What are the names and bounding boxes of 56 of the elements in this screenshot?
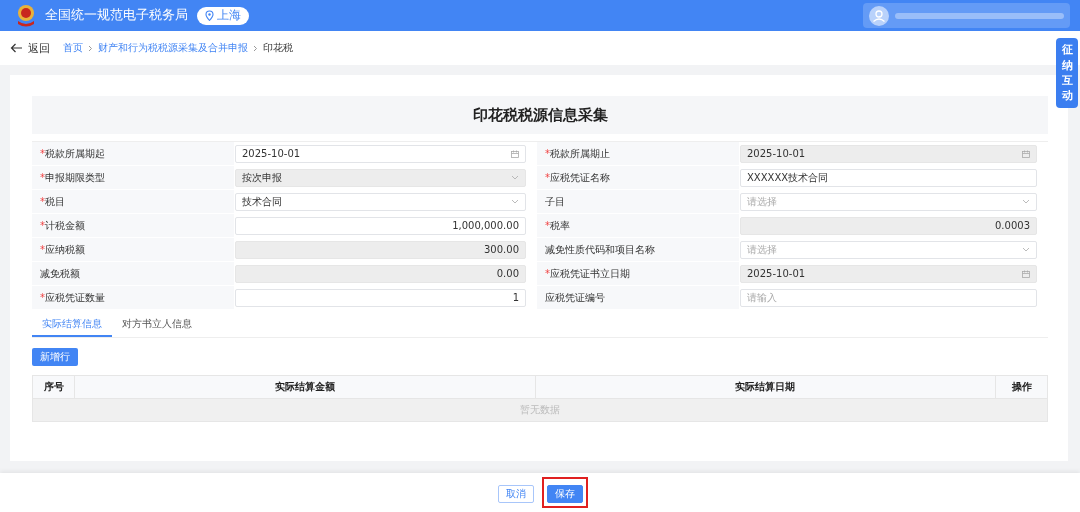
dropdown-caret-icon xyxy=(511,199,519,204)
cancel-button[interactable]: 取消 xyxy=(497,485,534,503)
dropdown-caret-icon xyxy=(1022,199,1030,204)
location-pin-icon xyxy=(205,10,214,21)
required-mark: * xyxy=(40,172,45,183)
chevron-icon xyxy=(88,44,93,52)
field-label: 减免性质代码和项目名称 xyxy=(545,242,655,257)
breadcrumb-link[interactable]: 首页 xyxy=(63,41,83,55)
required-mark: * xyxy=(545,172,550,183)
date-field[interactable]: 2025-10-01 xyxy=(235,144,526,163)
column-header: 操作 xyxy=(1010,380,1033,394)
field-label: 申报期限类型 xyxy=(45,170,105,185)
required-mark: * xyxy=(40,196,45,207)
required-mark: * xyxy=(545,220,550,231)
breadcrumb-link[interactable]: 财产和行为税税源采集及合并申报 xyxy=(98,41,248,55)
field-label: 应税凭证书立日期 xyxy=(550,266,630,281)
tab[interactable]: 实际结算信息 xyxy=(32,313,112,337)
field-label: 减免税额 xyxy=(40,266,80,281)
field-label: 计税金额 xyxy=(45,218,85,233)
required-mark: * xyxy=(40,244,45,255)
side-tab[interactable]: 征纳互动 xyxy=(1056,38,1078,108)
add-row-button[interactable]: 新增行 xyxy=(32,348,78,366)
field-label: 应税凭证名称 xyxy=(550,170,610,185)
required-mark: * xyxy=(40,148,45,159)
dropdown-caret-icon xyxy=(511,175,519,180)
form-title: 印花税税源信息采集 xyxy=(32,96,1048,134)
field-label: 税目 xyxy=(45,194,65,209)
save-button[interactable]: 保存 xyxy=(546,485,583,503)
input-field[interactable]: XXXXXX技术合同 xyxy=(740,168,1037,187)
select-field[interactable]: 技术合同 xyxy=(235,192,526,211)
tab[interactable]: 对方书立人信息 xyxy=(112,313,202,337)
field-label: 应纳税额 xyxy=(45,242,85,257)
field-label: 应税凭证编号 xyxy=(545,290,605,305)
back-arrow-icon xyxy=(10,43,23,53)
required-mark: * xyxy=(545,268,550,279)
calendar-icon xyxy=(1022,149,1030,158)
region-button[interactable]: 上海 xyxy=(197,6,249,25)
site-title: 全国统一规范电子税务局 xyxy=(45,7,188,24)
required-mark: * xyxy=(40,220,45,231)
user-menu[interactable] xyxy=(863,3,1070,28)
calendar-icon xyxy=(1022,269,1030,278)
input-field[interactable]: 1,000,000.00 xyxy=(235,216,526,235)
input-field[interactable]: 1 xyxy=(235,288,526,307)
avatar-icon xyxy=(869,5,889,26)
breadcrumb-current: 印花税 xyxy=(263,41,293,55)
back-button[interactable]: 返回 xyxy=(10,40,58,56)
field-label: 税款所属期止 xyxy=(550,146,610,161)
required-mark: * xyxy=(545,148,550,159)
calendar-icon xyxy=(511,149,519,158)
field-label: 应税凭证数量 xyxy=(45,290,105,305)
field-label: 子目 xyxy=(545,194,565,209)
required-mark: * xyxy=(40,292,45,303)
field-label: 税率 xyxy=(550,218,570,233)
chevron-icon xyxy=(253,44,258,52)
dropdown-caret-icon xyxy=(1022,247,1030,252)
field-label: 税款所属期起 xyxy=(45,146,105,161)
